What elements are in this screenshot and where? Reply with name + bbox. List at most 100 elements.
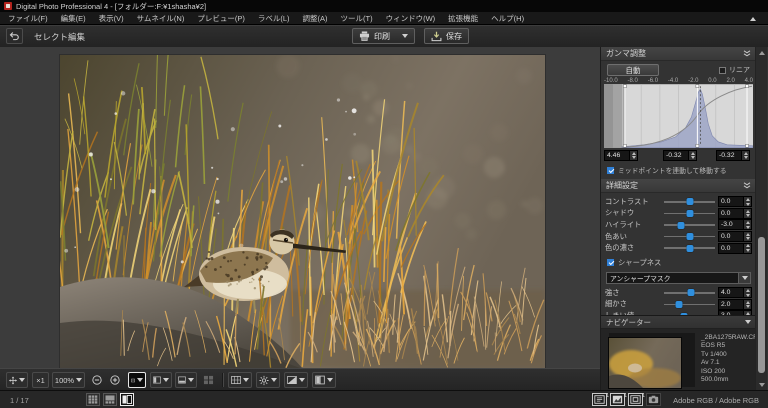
black-point-spinbox[interactable]: 4.46 [604,150,638,161]
mid-point-value[interactable]: -0.32 [663,150,688,161]
slider-track[interactable] [664,208,715,218]
thumbnail-layout-button-1[interactable] [150,372,172,388]
white-point-spinner[interactable] [741,150,750,161]
slider-value[interactable]: 2.0 [718,299,743,310]
thumb1-dropdown-icon[interactable] [163,378,169,382]
save-button[interactable]: 保存 [424,28,469,44]
scroll-down-button[interactable] [756,379,767,390]
navigator-collapse-icon[interactable] [745,320,751,324]
edit-view-button-active[interactable] [120,393,134,406]
slider-spinbox[interactable]: -3.0 [718,219,752,230]
slider-track[interactable] [664,243,715,253]
fit-dropdown-icon[interactable] [137,378,143,382]
slider-thumb[interactable] [686,210,693,217]
slider-track[interactable] [664,232,715,242]
slider-spinner[interactable] [743,287,752,298]
menu-item-4[interactable]: プレビュー(P) [197,13,245,24]
grid-view-button[interactable] [86,393,100,406]
linear-checkbox[interactable] [719,67,726,74]
photo-canvas[interactable] [60,55,545,368]
slider-spinbox[interactable]: 0.0 [718,196,752,207]
slider-spinbox[interactable]: 0.0 [718,231,752,242]
navigator-thumbnail[interactable] [608,337,682,389]
linear-checkbox-row[interactable]: リニア [719,65,750,75]
back-button[interactable] [6,28,23,44]
tool-palette-toggle-button[interactable]: 1 [592,393,607,406]
menu-item-8[interactable]: ウィンドウ(W) [386,13,436,24]
white-point-value[interactable]: -0.32 [716,150,741,161]
split-dropdown-icon[interactable] [327,378,333,382]
compare-dropdown-icon[interactable] [299,378,305,382]
split-view-button[interactable] [312,372,336,388]
slider-thumb[interactable] [677,222,684,229]
slider-track[interactable] [664,197,715,207]
midpoint-link-checkbox[interactable] [607,167,614,174]
slider-value[interactable]: 0.0 [718,243,743,254]
mid-point-spinbox[interactable]: -0.32 [663,150,697,161]
slider-thumb[interactable] [686,233,693,240]
slider-thumb[interactable] [687,289,694,296]
slider-spinner[interactable] [743,219,752,230]
mid-point-spinner[interactable] [688,150,697,161]
slider-spinner[interactable] [743,231,752,242]
thumbnail-layout-button-2[interactable] [175,372,197,388]
pan-tool-button[interactable] [6,372,28,388]
slider-spinner[interactable] [743,299,752,310]
palette-scrollbar[interactable] [755,47,767,390]
detail-section-header[interactable]: 詳細設定 [601,179,756,193]
tone-curve-histogram[interactable] [604,84,753,148]
slider-value[interactable]: 0.0 [718,196,743,207]
auto-adjust-button[interactable]: 自動 [607,64,659,76]
zoom-out-button[interactable] [89,372,105,388]
slider-spinbox[interactable]: 0.0 [718,243,752,254]
menu-item-10[interactable]: ヘルプ(H) [491,13,524,24]
navigator-header[interactable]: ナビゲーター [601,316,756,329]
black-point-spinner[interactable] [629,150,638,161]
black-point-value[interactable]: 4.46 [604,150,629,161]
pixel-100-button[interactable]: ×1 [32,372,49,388]
slider-track[interactable] [664,288,715,298]
sharpness-row[interactable]: シャープネス [601,254,756,270]
slider-spinbox[interactable]: 2.0 [718,299,752,310]
slider-spinner[interactable] [743,243,752,254]
menu-item-6[interactable]: 調整(A) [303,13,328,24]
slider-spinner[interactable] [743,208,752,219]
before-after-compare-button[interactable] [284,372,308,388]
slider-track[interactable] [664,299,715,309]
scroll-up-button[interactable] [756,47,767,58]
zoom-dropdown-icon[interactable] [76,378,82,382]
camera-control-button[interactable] [646,393,661,406]
histogram-palette-toggle-button[interactable]: 1 [610,393,625,406]
grid-display-button[interactable] [228,372,252,388]
collapse-chevrons-icon[interactable] [743,182,751,189]
collapse-menu-icon[interactable] [750,17,756,21]
collapse-chevrons-icon[interactable] [743,50,751,57]
midpoint-link-row[interactable]: ミッドポイントを連動して移動する [601,162,756,179]
gamma-section-header[interactable]: ガンマ調整 [601,47,756,61]
slider-thumb[interactable] [686,245,693,252]
dropdown-arrow-button[interactable] [738,273,750,283]
menu-item-2[interactable]: 表示(V) [99,13,124,24]
slider-spinner[interactable] [743,196,752,207]
menu-item-9[interactable]: 拡張機能 [448,13,478,24]
preview-with-filmstrip-button[interactable] [103,393,117,406]
slider-thumb[interactable] [676,301,683,308]
sharpness-mode-dropdown[interactable]: アンシャープマスク [606,272,751,284]
slider-value[interactable]: 0.0 [718,231,743,242]
recipe-dropdown-icon[interactable] [271,378,277,382]
sharpness-checkbox[interactable] [607,259,614,266]
print-button[interactable]: 印刷 [352,28,415,44]
slider-track[interactable] [664,220,715,230]
slider-value[interactable]: -3.0 [718,219,743,230]
menu-item-1[interactable]: 編集(E) [61,13,86,24]
pan-dropdown-icon[interactable] [19,378,25,382]
menu-item-3[interactable]: サムネイル(N) [137,13,185,24]
print-dropdown-icon[interactable] [402,34,408,38]
slider-thumb[interactable] [686,198,693,205]
navigator-palette-toggle-button[interactable]: 1 [628,393,643,406]
menu-item-0[interactable]: ファイル(F) [8,13,48,24]
white-point-spinbox[interactable]: -0.32 [716,150,750,161]
recipe-settings-button[interactable] [256,372,280,388]
thumb2-dropdown-icon[interactable] [188,378,194,382]
slider-value[interactable]: 4.0 [718,287,743,298]
